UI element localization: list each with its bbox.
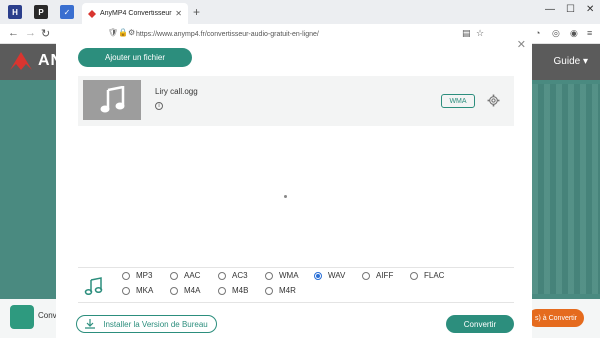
audio-format-icon [84, 277, 103, 296]
file-row: Liry call.ogg i WMA [78, 76, 514, 126]
format-option[interactable]: WMA [265, 271, 299, 280]
new-tab-icon[interactable]: + [193, 5, 200, 19]
pinned-tab-icon: ✓ [63, 7, 71, 17]
format-option[interactable]: M4A [170, 286, 200, 295]
dialog-close-icon[interactable]: ✕ [517, 38, 526, 51]
lock-icon: 🔒 [118, 28, 128, 37]
format-label: AAC [184, 271, 201, 280]
hero-background [520, 84, 600, 294]
format-option[interactable]: FLAC [410, 271, 444, 280]
format-option[interactable]: M4B [218, 286, 248, 295]
pocket-icon[interactable]: ◔ [535, 28, 540, 38]
radio-button[interactable] [314, 271, 322, 280]
anymp4-favicon-icon [88, 9, 96, 18]
gear-icon[interactable] [487, 94, 500, 107]
format-option[interactable]: MKA [122, 286, 153, 295]
guide-menu[interactable]: Guide ▾ [554, 56, 588, 67]
browser-tab-bar: H P ✓ AnyMP4 Convertisseur Audio G ✕ + —… [0, 0, 600, 24]
radio-button[interactable] [410, 271, 418, 280]
pinned-tab[interactable]: ✓ [60, 5, 74, 19]
tab-title: AnyMP4 Convertisseur Audio G [100, 10, 173, 17]
add-file-button[interactable]: Ajouter un fichier [78, 48, 192, 67]
minimize-icon[interactable]: — [545, 4, 555, 15]
reload-icon[interactable]: ↻ [41, 27, 50, 40]
radio-button[interactable] [265, 286, 273, 295]
radio-button[interactable] [362, 271, 370, 280]
forward-icon[interactable]: → [25, 27, 36, 39]
menu-icon[interactable]: ≡ [587, 28, 592, 38]
back-icon[interactable]: ← [8, 27, 19, 39]
url-text: https://www.anymp4.fr/convertisseur-audi… [136, 30, 319, 38]
format-option[interactable]: AIFF [362, 271, 393, 280]
install-desktop-button[interactable]: Installer la Version de Bureau [76, 315, 217, 333]
converter-dialog: ✕ Ajouter un fichier Liry call.ogg i WMA [56, 38, 532, 338]
permissions-icon: ⚙ [128, 28, 136, 37]
format-label: MP3 [136, 271, 153, 280]
install-button-label: Installer la Version de Bureau [103, 319, 208, 329]
radio-button[interactable] [218, 271, 226, 280]
format-option[interactable]: MP3 [122, 271, 152, 280]
strip-text: Conv [38, 311, 57, 320]
app-icon [10, 305, 34, 329]
format-label: AC3 [232, 271, 248, 280]
radio-button[interactable] [218, 286, 226, 295]
strip-convert-button[interactable]: s) à Convertir [528, 309, 584, 327]
shield-icon: 🛡 [108, 28, 119, 37]
web-page: AN Guide ▾ Conv s) à Convertir ✕ Ajouter… [0, 38, 600, 338]
output-format-badge[interactable]: WMA [441, 94, 475, 108]
format-label: WMA [279, 271, 299, 280]
format-label: FLAC [424, 271, 445, 280]
convert-button[interactable]: Convertir [446, 315, 514, 333]
close-tab-icon[interactable]: ✕ [175, 9, 182, 18]
anymp4-logo-icon [10, 52, 32, 70]
format-label: M4A [184, 286, 201, 295]
format-label: M4B [232, 286, 249, 295]
account-icon[interactable]: ◉ [570, 28, 578, 39]
radio-button[interactable] [170, 271, 178, 280]
format-option[interactable]: WAV [314, 271, 345, 280]
format-label: MKA [136, 286, 154, 295]
pinned-tab[interactable]: P [34, 5, 48, 19]
info-icon[interactable]: i [155, 102, 163, 110]
format-label: M4R [279, 286, 296, 295]
radio-button[interactable] [170, 286, 178, 295]
file-thumbnail [83, 80, 141, 120]
loading-indicator [284, 195, 287, 198]
file-name: Liry call.ogg [155, 87, 198, 96]
pinned-tab-icon: P [38, 7, 44, 17]
radio-button[interactable] [122, 271, 130, 280]
format-option[interactable]: AC3 [218, 271, 248, 280]
format-option[interactable]: M4R [265, 286, 296, 295]
format-label: WAV [328, 271, 346, 280]
window-close-icon[interactable]: ✕ [586, 4, 594, 15]
divider [78, 267, 514, 268]
divider [78, 302, 514, 303]
music-note-icon [100, 86, 125, 113]
pinned-tab[interactable]: H [8, 5, 22, 19]
radio-button[interactable] [265, 271, 273, 280]
format-option[interactable]: AAC [170, 271, 200, 280]
extension-icon[interactable]: ◎ [552, 28, 560, 39]
maximize-icon[interactable]: ☐ [566, 4, 575, 15]
download-icon [85, 319, 95, 329]
format-label: AIFF [376, 271, 394, 280]
active-tab[interactable]: AnyMP4 Convertisseur Audio G ✕ [82, 3, 188, 24]
radio-button[interactable] [122, 286, 130, 295]
pinned-tab-icon: H [12, 7, 18, 17]
